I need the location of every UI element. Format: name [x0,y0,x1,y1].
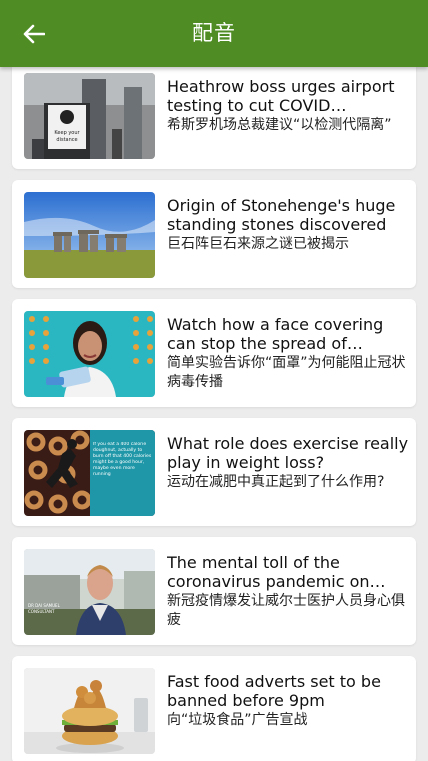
article-title-en: Fast food adverts set to be banned befor… [167,672,381,710]
article-thumbnail [24,192,155,278]
article-list[interactable]: Keep your distance Heathrow boss urges a… [0,67,428,761]
article-card[interactable]: If you eat a 400 calorie doughnut, actua… [12,418,416,526]
caption-line1: DR DAI SAMUEL [28,603,61,608]
article-title-en: Watch how a face covering can stop the s… [167,315,384,353]
page-title: 配音 [192,21,236,45]
article-card[interactable]: Origin of Stonehenge's huge standing sto… [12,180,416,288]
article-title-zh: 向“垃圾食品”广告宣战 [167,712,308,728]
video-caption: If you eat a 400 calorie doughnut, actua… [93,442,152,477]
article-title-en: Origin of Stonehenge's huge standing sto… [167,196,396,234]
article-thumbnail: DR DAI SAMUEL CONSULTANT [24,549,155,635]
article-card[interactable]: Fast food adverts set to be banned befor… [12,656,416,761]
sign-text-line1: Keep your [54,130,80,136]
article-card[interactable]: DR DAI SAMUEL CONSULTANT The mental toll… [12,537,416,645]
article-thumbnail [24,311,155,397]
app-bar: 配音 [0,0,428,67]
article-title-zh: 希斯罗机场总裁建议“以检测代隔离” [167,117,392,133]
article-title-zh: 运动在减肥中真正起到了什么作用? [167,474,385,490]
article-card[interactable]: Watch how a face covering can stop the s… [12,299,416,407]
caption-line2: CONSULTANT [28,609,55,614]
article-thumbnail [24,668,155,754]
article-title-en: What role does exercise really play in w… [167,434,409,472]
article-title-zh: 巨石阵巨石来源之谜已被揭示 [167,236,349,252]
article-title-zh: 新冠疫情爆发让威尔士医护人员身心俱疲 [167,593,405,628]
article-title-en: The mental toll of the coronavirus pande… [167,553,370,591]
article-title-zh: 简单实验告诉你“面罩”为何能阻止冠状病毒传播 [167,355,406,390]
article-title-en: Heathrow boss urges airport testing to c… [167,77,395,115]
article-card[interactable]: Keep your distance Heathrow boss urges a… [12,67,416,169]
article-thumbnail: Keep your distance [24,73,155,159]
sign-text-line2: distance [56,137,77,143]
article-thumbnail: If you eat a 400 calorie doughnut, actua… [24,430,155,516]
